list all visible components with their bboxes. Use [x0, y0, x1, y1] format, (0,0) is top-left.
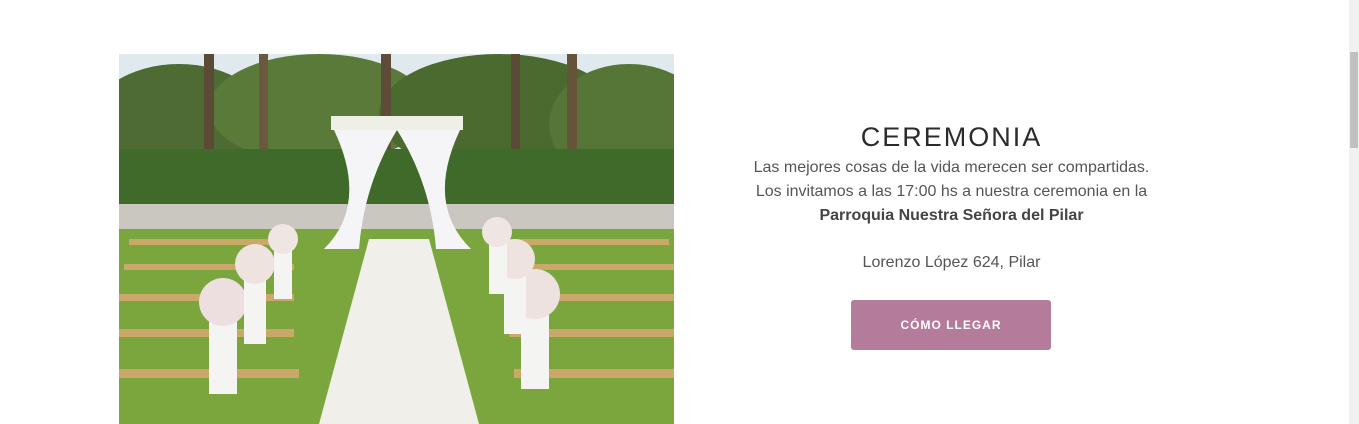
ceremony-description: Las mejores cosas de la vida merecen ser… — [700, 156, 1203, 228]
directions-button[interactable]: CÓMO LLEGAR — [851, 300, 1051, 350]
ceremony-photo — [119, 54, 674, 424]
ceremony-info: CEREMONIA Las mejores cosas de la vida m… — [700, 0, 1203, 424]
page-scrollbar[interactable] — [1349, 0, 1359, 424]
ceremony-title: CEREMONIA — [860, 122, 1043, 153]
ceremony-address: Lorenzo López 624, Pilar — [862, 254, 1041, 271]
scrollbar-thumb[interactable] — [1350, 52, 1358, 148]
ceremony-image — [119, 54, 674, 424]
description-line-1: Las mejores cosas de la vida merecen ser… — [753, 159, 1150, 176]
ceremony-place: Parroquia Nuestra Señora del Pilar — [819, 207, 1084, 224]
description-line-2: Los invitamos a las 17:00 hs a nuestra c… — [755, 183, 1148, 200]
